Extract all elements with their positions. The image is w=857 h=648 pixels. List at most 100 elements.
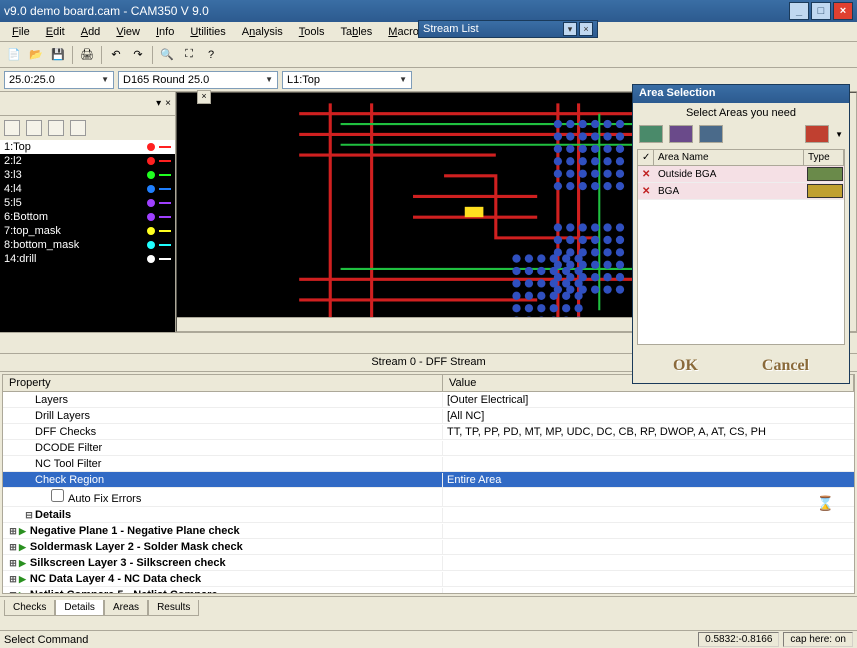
area-tool-icon[interactable] — [639, 125, 663, 143]
toolbar-new-icon[interactable]: 📄 — [4, 45, 24, 65]
menu-tables[interactable]: Tables — [332, 24, 380, 40]
maximize-button[interactable]: □ — [811, 2, 831, 20]
layer-row[interactable]: 1:Top — [0, 140, 175, 154]
menu-add[interactable]: Add — [73, 24, 109, 40]
layer-row[interactable]: 7:top_mask — [0, 224, 175, 238]
checkbox[interactable] — [51, 489, 64, 502]
expand-icon[interactable]: ⊞ — [7, 590, 19, 595]
menu-tools[interactable]: Tools — [291, 24, 333, 40]
layer-row[interactable]: 6:Bottom — [0, 210, 175, 224]
layer-tool-icon[interactable] — [26, 120, 42, 136]
cancel-button[interactable]: Cancel — [762, 357, 809, 375]
property-row[interactable]: Check Region Entire Area — [3, 472, 854, 488]
layer-color-icon — [147, 171, 155, 179]
type-column-header[interactable]: Type — [804, 150, 844, 165]
expand-icon[interactable]: ⊟ — [23, 510, 35, 521]
name-column-header[interactable]: Area Name — [654, 150, 804, 165]
viewport-close-icon[interactable]: × — [197, 90, 211, 104]
property-value — [443, 546, 854, 548]
layer-row[interactable]: 2:l2 — [0, 154, 175, 168]
expand-icon[interactable]: ⊞ — [7, 542, 19, 553]
tab-results[interactable]: Results — [148, 600, 199, 616]
play-icon[interactable]: ▶ — [19, 542, 26, 552]
area-tool-icon[interactable] — [669, 125, 693, 143]
delete-icon[interactable]: ✕ — [638, 167, 654, 182]
delete-icon[interactable]: ✕ — [638, 184, 654, 199]
property-row[interactable]: Drill Layers [All NC] — [3, 408, 854, 424]
layer-color-icon — [147, 157, 155, 165]
layer-name: 14:drill — [4, 253, 145, 265]
toolbar-open-icon[interactable]: 📂 — [26, 45, 46, 65]
property-grid[interactable]: Property Value Layers [Outer Electrical]… — [2, 374, 855, 594]
expand-icon[interactable]: ⊞ — [7, 574, 19, 585]
layer-style-icon — [159, 202, 171, 204]
toolbar-zoom-fit-icon[interactable]: ⛶ — [179, 45, 199, 65]
menu-utilities[interactable]: Utilities — [182, 24, 233, 40]
toolbar-zoom-icon[interactable]: 🔍 — [157, 45, 177, 65]
grid-dropdown[interactable]: 25.0:25.0▼ — [4, 71, 114, 89]
menu-info[interactable]: Info — [148, 24, 182, 40]
play-icon[interactable]: ▶ — [19, 526, 26, 536]
menu-edit[interactable]: Edit — [38, 24, 73, 40]
menu-analysis[interactable]: Analysis — [234, 24, 291, 40]
play-icon[interactable]: ▶ — [19, 574, 26, 584]
panel-pin-icon[interactable]: ▾ — [156, 98, 161, 109]
property-row[interactable]: DCODE Filter — [3, 440, 854, 456]
area-tool-icon[interactable] — [699, 125, 723, 143]
property-label: Netlist Compare 5 - Netlist Compare — [30, 589, 218, 595]
layer-dropdown[interactable]: L1:Top▼ — [282, 71, 412, 89]
property-row[interactable]: ⊞▶ Netlist Compare 5 - Netlist Compare — [3, 587, 854, 594]
stream-list-dropdown-icon[interactable]: ▾ — [563, 22, 577, 36]
area-row[interactable]: ✕ Outside BGA — [638, 166, 844, 183]
toolbar-save-icon[interactable]: 💾 — [48, 45, 68, 65]
property-row[interactable]: ⊟Details — [3, 507, 854, 523]
layer-row[interactable]: 14:drill — [0, 252, 175, 266]
dcode-value: D165 Round 25.0 — [123, 74, 209, 86]
play-icon[interactable]: ▶ — [19, 558, 26, 568]
layer-tool-icon[interactable] — [70, 120, 86, 136]
layer-row[interactable]: 5:l5 — [0, 196, 175, 210]
menu-file[interactable]: File — [4, 24, 38, 40]
layer-row[interactable]: 4:l4 — [0, 182, 175, 196]
expand-icon[interactable]: ⊞ — [7, 558, 19, 569]
property-row[interactable]: Auto Fix Errors — [3, 488, 854, 507]
tab-details[interactable]: Details — [55, 600, 104, 616]
layers-list[interactable]: 1:Top 2:l2 3:l3 4:l4 5:l5 6:Bottom 7:top… — [0, 140, 175, 332]
layer-row[interactable]: 3:l3 — [0, 168, 175, 182]
property-row[interactable]: ⊞▶Negative Plane 1 - Negative Plane chec… — [3, 523, 854, 539]
tab-areas[interactable]: Areas — [104, 600, 148, 616]
panel-close-icon[interactable]: × — [165, 98, 171, 109]
property-column-header[interactable]: Property — [3, 375, 443, 391]
check-column-header[interactable]: ✓ — [638, 150, 654, 165]
toolbar-print-icon[interactable]: 🖨 — [77, 45, 97, 65]
layer-tool-icon[interactable] — [48, 120, 64, 136]
property-row[interactable]: ⊞▶Soldermask Layer 2 - Solder Mask check — [3, 539, 854, 555]
stream-list-close-icon[interactable]: × — [579, 22, 593, 36]
toolbar-undo-icon[interactable]: ↶ — [106, 45, 126, 65]
layer-color-icon — [147, 199, 155, 207]
property-row[interactable]: ⊞▶Silkscreen Layer 3 - Silkscreen check — [3, 555, 854, 571]
expand-icon[interactable]: ⊞ — [7, 526, 19, 537]
ok-button[interactable]: OK — [673, 357, 698, 375]
property-row[interactable]: DFF Checks TT, TP, PP, PD, MT, MP, UDC, … — [3, 424, 854, 440]
layer-tool-icon[interactable] — [4, 120, 20, 136]
property-row[interactable]: NC Tool Filter — [3, 456, 854, 472]
area-row[interactable]: ✕ BGA — [638, 183, 844, 200]
layer-style-icon — [159, 216, 171, 218]
stream-list-toolbar[interactable]: Stream List ▾ × — [418, 20, 598, 38]
play-icon[interactable]: ▶ — [19, 590, 26, 595]
close-button[interactable]: × — [833, 2, 853, 20]
toolbar-redo-icon[interactable]: ↷ — [128, 45, 148, 65]
toolbar-help-icon[interactable]: ? — [201, 45, 221, 65]
chevron-down-icon: ▼ — [101, 75, 109, 84]
menu-view[interactable]: View — [108, 24, 148, 40]
property-row[interactable]: Layers [Outer Electrical] — [3, 392, 854, 408]
minimize-button[interactable]: _ — [789, 2, 809, 20]
dcode-dropdown[interactable]: D165 Round 25.0▼ — [118, 71, 278, 89]
property-row[interactable]: ⊞▶NC Data Layer 4 - NC Data check — [3, 571, 854, 587]
area-tool-icon[interactable] — [805, 125, 829, 143]
tab-checks[interactable]: Checks — [4, 600, 55, 616]
layer-name: 6:Bottom — [4, 211, 145, 223]
chevron-down-icon[interactable]: ▼ — [835, 130, 843, 139]
layer-row[interactable]: 8:bottom_mask — [0, 238, 175, 252]
